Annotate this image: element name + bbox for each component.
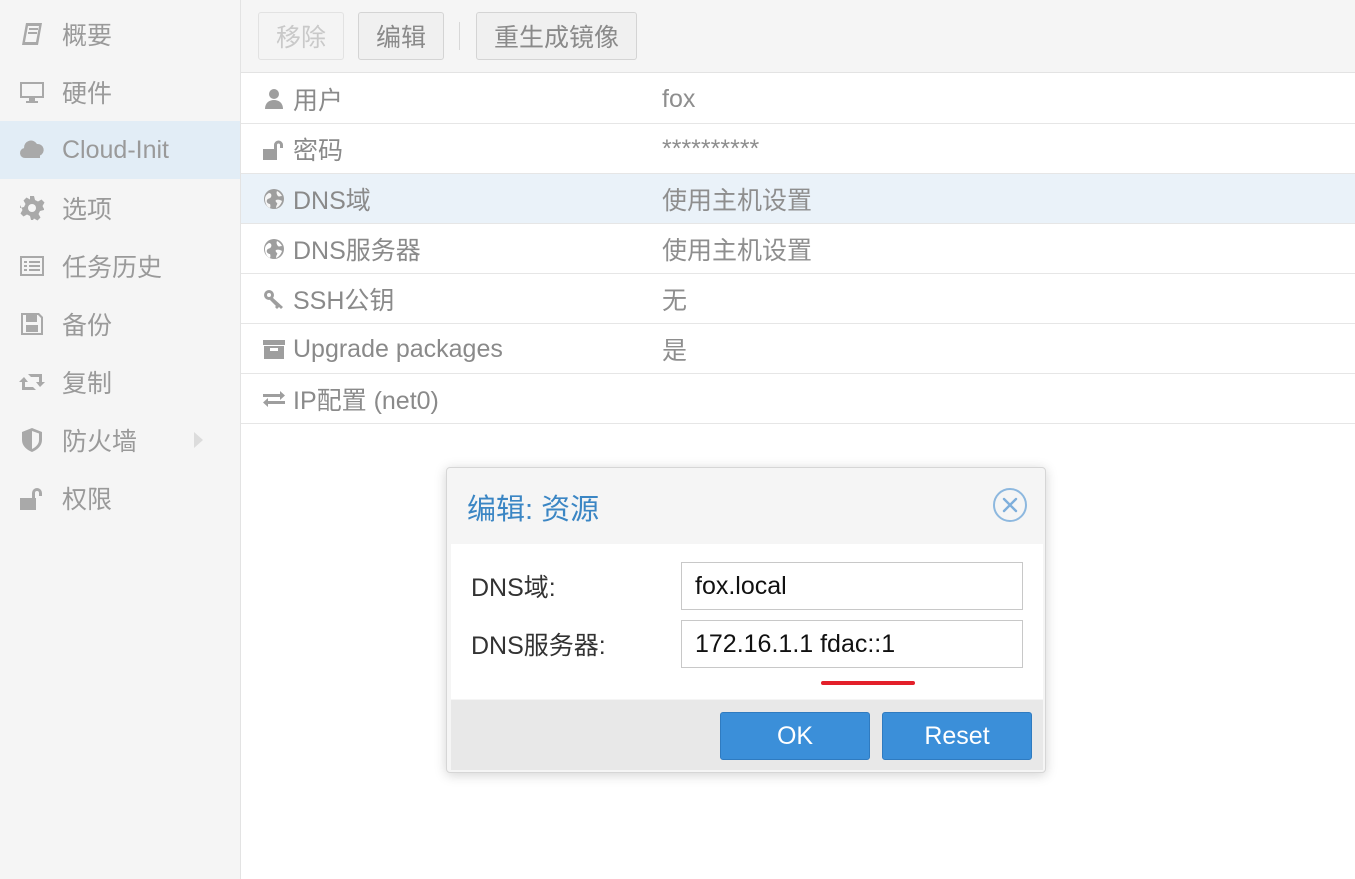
toolbar: 移除 编辑 重生成镜像 bbox=[241, 0, 1355, 73]
row-key: Upgrade packages bbox=[261, 324, 503, 374]
remove-button[interactable]: 移除 bbox=[258, 12, 345, 60]
sidebar-item-replication[interactable]: 复制 bbox=[0, 353, 240, 411]
row-key-label: DNS域 bbox=[293, 187, 371, 215]
row-key-label: 密码 bbox=[293, 137, 344, 165]
sidebar-item-firewall[interactable]: 防火墙 bbox=[0, 411, 240, 469]
row-key: 用户 bbox=[261, 74, 343, 124]
edit-button[interactable]: 编辑 bbox=[358, 12, 445, 60]
grid-row-upgrade-packages[interactable]: Upgrade packages 是 bbox=[241, 324, 1355, 374]
row-key: 密码 bbox=[261, 124, 343, 174]
ok-button[interactable]: OK bbox=[720, 712, 870, 760]
close-button[interactable] bbox=[993, 488, 1027, 522]
close-icon bbox=[1002, 497, 1018, 513]
book-icon bbox=[17, 19, 47, 49]
globe-icon bbox=[261, 186, 287, 212]
cloud-init-grid: 用户 fox 密码 ********** DNS域 使用主机设置 DNS服务器 … bbox=[241, 74, 1355, 424]
row-value: 无 bbox=[662, 287, 688, 315]
edit-resource-dialog: 编辑: 资源 DNS域: DNS服务器: OK Reset bbox=[446, 467, 1046, 773]
unlock-icon bbox=[261, 136, 287, 162]
row-key: SSH公钥 bbox=[261, 274, 394, 324]
dialog-body: DNS域: DNS服务器: bbox=[451, 544, 1043, 699]
row-key: DNS域 bbox=[261, 174, 371, 224]
grid-row-user[interactable]: 用户 fox bbox=[241, 74, 1355, 124]
row-value: fox bbox=[662, 84, 696, 113]
sidebar-item-label: 硬件 bbox=[62, 80, 113, 108]
grid-row-ip-config[interactable]: IP配置 (net0) bbox=[241, 374, 1355, 424]
key-icon bbox=[261, 286, 287, 312]
row-key: IP配置 (net0) bbox=[261, 374, 439, 424]
archive-icon bbox=[261, 336, 287, 362]
shield-icon bbox=[17, 425, 47, 455]
dns-domain-input[interactable] bbox=[681, 562, 1023, 610]
globe-icon bbox=[261, 236, 287, 262]
row-key-label: SSH公钥 bbox=[293, 287, 395, 315]
sidebar-item-task-history[interactable]: 任务历史 bbox=[0, 237, 240, 295]
reset-button[interactable]: Reset bbox=[882, 712, 1032, 760]
toolbar-separator bbox=[459, 22, 460, 50]
gear-icon bbox=[17, 193, 47, 223]
row-key-label: Upgrade packages bbox=[293, 334, 503, 363]
list-icon bbox=[17, 251, 47, 281]
dns-domain-label: DNS域: bbox=[471, 574, 556, 602]
sidebar-item-label: 概要 bbox=[62, 22, 113, 50]
sidebar-item-cloud-init[interactable]: Cloud-Init bbox=[0, 121, 240, 179]
sidebar-item-hardware[interactable]: 硬件 bbox=[0, 63, 240, 121]
dns-servers-label: DNS服务器: bbox=[471, 632, 606, 660]
expand-arrow-icon[interactable] bbox=[194, 432, 203, 448]
sidebar-item-label: Cloud-Init bbox=[62, 135, 169, 164]
app-window: 概要 硬件 Cloud-Init 选项 任务历史 备份 复制 防火墙 权限 移除… bbox=[0, 0, 1355, 879]
sidebar-item-backup[interactable]: 备份 bbox=[0, 295, 240, 353]
grid-row-password[interactable]: 密码 ********** bbox=[241, 124, 1355, 174]
row-key-label: 用户 bbox=[293, 87, 344, 115]
dialog-title: 编辑: 资源 bbox=[467, 494, 600, 526]
sidebar-item-label: 任务历史 bbox=[62, 254, 163, 282]
row-value: 使用主机设置 bbox=[662, 187, 813, 215]
row-key-label: DNS服务器 bbox=[293, 237, 421, 265]
sidebar-item-label: 防火墙 bbox=[62, 428, 138, 456]
cloud-icon bbox=[17, 135, 47, 165]
regenerate-image-button[interactable]: 重生成镜像 bbox=[476, 12, 638, 60]
row-key-label: IP配置 (net0) bbox=[293, 387, 439, 415]
sidebar-item-permissions[interactable]: 权限 bbox=[0, 469, 240, 527]
sidebar: 概要 硬件 Cloud-Init 选项 任务历史 备份 复制 防火墙 权限 bbox=[0, 0, 241, 879]
sidebar-item-label: 权限 bbox=[62, 486, 113, 514]
row-key: DNS服务器 bbox=[261, 224, 421, 274]
row-value: ********** bbox=[662, 134, 760, 163]
unlock-icon bbox=[17, 483, 47, 513]
dns-servers-input[interactable] bbox=[681, 620, 1023, 668]
monitor-icon bbox=[17, 77, 47, 107]
grid-row-ssh-key[interactable]: SSH公钥 无 bbox=[241, 274, 1355, 324]
red-underline-annotation bbox=[821, 681, 915, 685]
user-icon bbox=[261, 86, 287, 112]
exchange-icon bbox=[261, 386, 287, 412]
grid-row-dns-servers[interactable]: DNS服务器 使用主机设置 bbox=[241, 224, 1355, 274]
dns-servers-row: DNS服务器: bbox=[471, 620, 1023, 668]
floppy-icon bbox=[17, 309, 47, 339]
dns-domain-row: DNS域: bbox=[471, 562, 1023, 610]
row-value: 使用主机设置 bbox=[662, 237, 813, 265]
sidebar-item-label: 选项 bbox=[62, 196, 113, 224]
grid-row-dns-domain[interactable]: DNS域 使用主机设置 bbox=[241, 174, 1355, 224]
row-value: 是 bbox=[662, 337, 688, 365]
sidebar-item-options[interactable]: 选项 bbox=[0, 179, 240, 237]
retweet-icon bbox=[17, 367, 47, 397]
sidebar-item-label: 备份 bbox=[62, 312, 113, 340]
dialog-footer: OK Reset bbox=[451, 700, 1043, 770]
sidebar-item-summary[interactable]: 概要 bbox=[0, 5, 240, 63]
sidebar-item-label: 复制 bbox=[62, 370, 113, 398]
